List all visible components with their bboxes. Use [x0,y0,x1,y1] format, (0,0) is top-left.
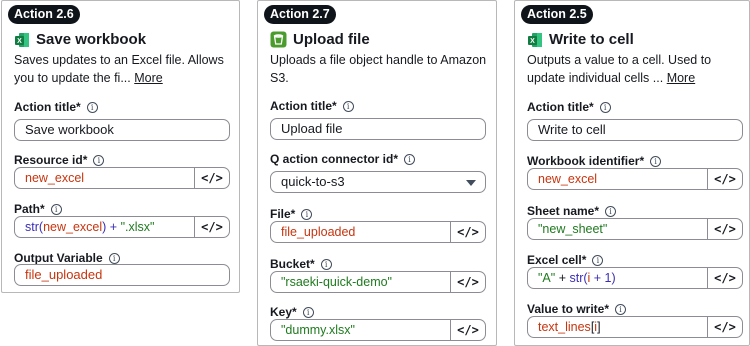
resource-id-field[interactable]: new_excel </> [14,167,230,189]
action-header: X Write to cell [527,31,634,48]
code-editor-button[interactable]: </> [194,168,229,188]
action-header: Upload file [270,31,370,48]
code-editor-button[interactable]: </> [194,217,229,237]
workbook-identifier-field[interactable]: new_excel </> [527,168,743,190]
info-icon[interactable]: i [599,101,611,113]
code-editor-button[interactable]: </> [707,219,742,239]
action-header: X Save workbook [14,31,146,48]
field-label: Value to write* i [527,302,627,316]
info-icon[interactable]: i [592,254,604,266]
action-description: Outputs a value to a cell. Used to updat… [527,51,745,87]
info-icon[interactable]: i [93,154,105,166]
field-label: Workbook identifier* i [527,154,662,168]
action-title: Write to cell [549,31,634,48]
variable-token: text_lines [538,320,591,334]
info-icon[interactable]: i [301,208,313,220]
info-icon[interactable]: i [650,155,662,167]
field-value[interactable]: text_lines[i] [528,317,707,337]
action-badge: Action 2.6 [8,5,80,24]
field-label: Bucket* i [270,257,332,271]
chevron-down-icon[interactable] [466,180,476,186]
variable-token: new_excel [43,220,103,234]
more-link[interactable]: More [667,71,695,85]
action-description: Uploads a file object handle to Amazon S… [270,51,500,87]
action-card-upload-file: Action 2.7 Upload file Uploads a file ob… [257,0,497,346]
function-token: str( [25,220,44,234]
field-value[interactable]: file_uploaded [271,222,450,242]
field-value[interactable]: new_excel [15,168,194,188]
sheet-name-field[interactable]: "new_sheet" </> [527,218,743,240]
code-editor-button[interactable]: </> [707,317,742,337]
info-icon[interactable]: i [86,101,98,113]
code-editor-button[interactable]: </> [450,320,485,340]
info-icon[interactable]: i [615,303,627,315]
bracket-token: ] [597,320,601,334]
field-label: Sheet name* i [527,204,617,218]
field-label: File* i [270,207,313,221]
string-token: "A" [538,271,556,285]
action-title: Upload file [293,31,370,48]
action-card-save-workbook: Action 2.6 X Save workbook Saves updates… [1,0,240,293]
field-label: Q action connector id* i [270,152,416,166]
field-label: Output Variable i [14,251,120,265]
action-description: Saves updates to an Excel file. Allows y… [14,51,244,87]
info-icon[interactable]: i [50,203,62,215]
operator-token: + [555,271,570,285]
code-editor-button[interactable]: </> [450,222,485,242]
action-card-write-to-cell: Action 2.5 X Write to cell Outputs a val… [514,0,750,346]
action-title-input[interactable]: Save workbook [14,119,230,141]
field-value[interactable]: "dummy.xlsx" [271,320,450,340]
output-variable-input[interactable]: file_uploaded [14,264,230,286]
operator-token: + 1) [590,271,616,285]
action-badge: Action 2.7 [264,5,336,24]
excel-cell-field[interactable]: "A" + str(i + 1) </> [527,267,743,289]
more-link[interactable]: More [134,71,162,85]
field-value[interactable]: "rsaeki-quick-demo" [271,272,450,292]
action-badge: Action 2.5 [521,5,593,24]
info-icon[interactable]: i [320,258,332,270]
description-text: Uploads a file object handle to Amazon S… [270,53,487,85]
field-label: Action title* i [527,100,611,114]
s3-icon [270,31,287,48]
action-title: Save workbook [36,31,147,48]
code-editor-button[interactable]: </> [707,169,742,189]
info-icon[interactable]: i [404,153,416,165]
string-token: ".xlsx" [120,220,155,234]
info-icon[interactable]: i [605,205,617,217]
code-editor-button[interactable]: </> [450,272,485,292]
field-label: Action title* i [270,99,354,113]
info-icon[interactable]: i [302,306,314,318]
field-label: Path* i [14,202,62,216]
operator-token: ) + [102,220,121,234]
key-field[interactable]: "dummy.xlsx" </> [270,319,486,341]
action-title-input[interactable]: Write to cell [527,119,743,141]
field-label: Excel cell* i [527,253,604,267]
info-icon[interactable]: i [342,100,354,112]
field-value[interactable]: str(new_excel) + ".xlsx" [15,217,194,237]
field-label: Resource id* i [14,153,105,167]
selected-value[interactable]: quick-to-s3 [281,174,345,189]
file-field[interactable]: file_uploaded </> [270,221,486,243]
bucket-field[interactable]: "rsaeki-quick-demo" </> [270,271,486,293]
field-value[interactable]: "A" + str(i + 1) [528,268,707,288]
code-editor-button[interactable]: </> [707,268,742,288]
connector-id-select[interactable]: quick-to-s3 [270,171,486,193]
field-value[interactable]: new_excel [528,169,707,189]
svg-text:X: X [530,38,535,45]
field-label: Key* i [270,305,314,319]
excel-icon: X [528,32,542,47]
excel-icon: X [15,32,29,47]
description-text: Saves updates to an Excel file. Allows y… [14,53,224,85]
field-label: Action title* i [14,100,98,114]
value-to-write-field[interactable]: text_lines[i] </> [527,316,743,338]
svg-text:X: X [17,38,22,45]
info-icon[interactable]: i [108,252,120,264]
action-title-input[interactable]: Upload file [270,118,486,140]
field-value[interactable]: "new_sheet" [528,219,707,239]
function-token: str( [569,271,588,285]
path-field[interactable]: str(new_excel) + ".xlsx" </> [14,216,230,238]
